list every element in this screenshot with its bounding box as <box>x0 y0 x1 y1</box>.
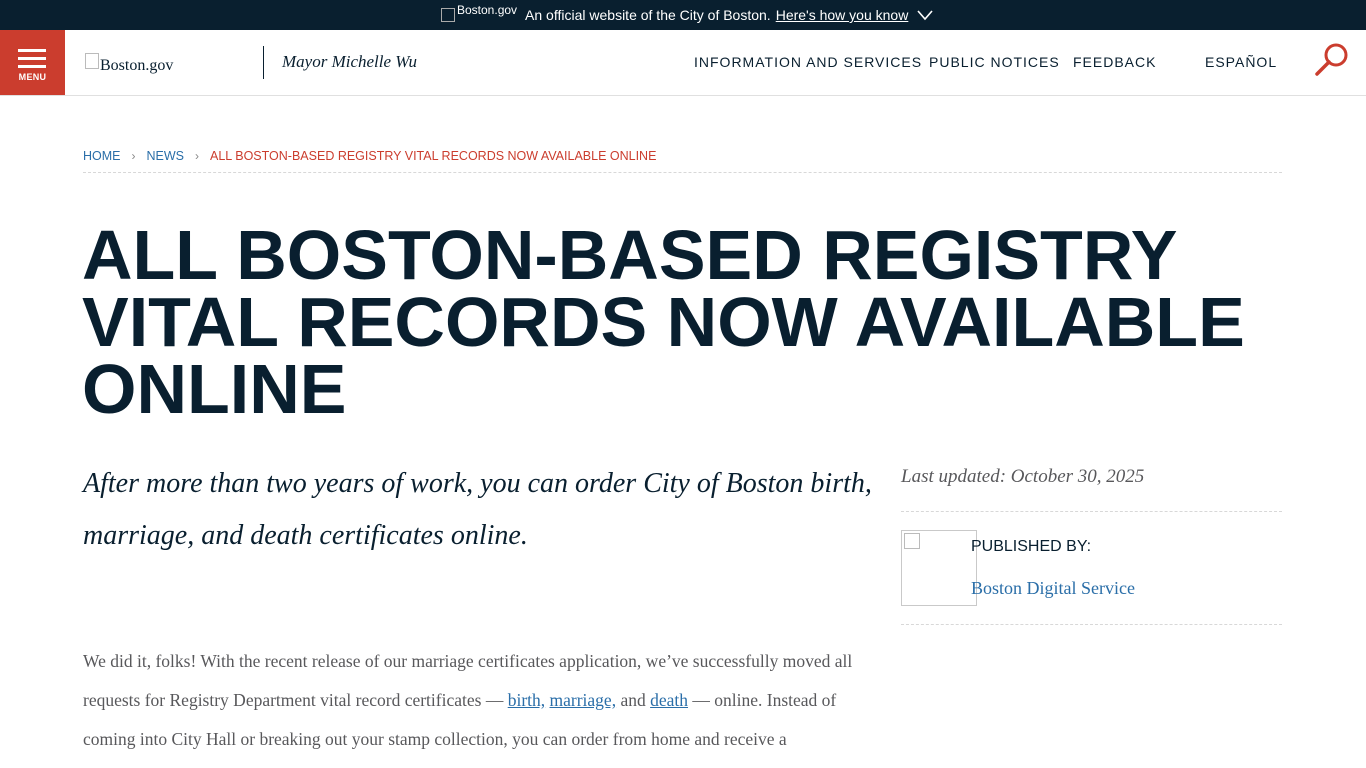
body-text-and: and <box>616 690 651 710</box>
broken-image-icon <box>85 53 99 69</box>
broken-image-icon <box>441 8 455 22</box>
breadcrumb-home[interactable]: HOME <box>83 149 121 163</box>
nav-espanol[interactable]: ESPAÑOL <box>1205 54 1277 70</box>
hamburger-icon <box>18 49 46 73</box>
official-banner-content: Boston.gov An official website of the Ci… <box>441 0 933 30</box>
official-banner: Boston.gov An official website of the Ci… <box>0 0 1366 30</box>
breadcrumb: HOME › NEWS › ALL BOSTON-BASED REGISTRY … <box>83 149 1282 173</box>
last-updated: Last updated: October 30, 2025 <box>901 466 1282 512</box>
death-link[interactable]: death <box>650 690 688 710</box>
publisher-link[interactable]: Boston Digital Service <box>971 578 1135 599</box>
nav-public-notices[interactable]: PUBLIC NOTICES <box>929 54 1060 70</box>
chevron-down-icon[interactable] <box>917 8 933 22</box>
publisher-image <box>901 530 977 606</box>
menu-button[interactable]: MENU <box>0 30 65 95</box>
header-divider <box>263 46 264 79</box>
page-title: ALL BOSTON-BASED REGISTRY VITAL RECORDS … <box>82 216 1245 428</box>
boston-gov-logo[interactable]: Boston.gov <box>85 52 173 74</box>
banner-logo: Boston.gov <box>441 3 517 22</box>
article-body: We did it, folks! With the recent releas… <box>83 642 873 759</box>
birth-link[interactable]: birth, <box>508 690 545 710</box>
sidebar-divider <box>901 624 1282 625</box>
broken-image-icon <box>904 533 920 549</box>
breadcrumb-current: ALL BOSTON-BASED REGISTRY VITAL RECORDS … <box>210 149 657 163</box>
nav-information-services[interactable]: INFORMATION AND SERVICES <box>694 54 922 70</box>
menu-label: MENU <box>18 72 47 82</box>
breadcrumb-news[interactable]: NEWS <box>147 149 185 163</box>
search-icon[interactable] <box>1313 41 1351 79</box>
breadcrumb-separator: › <box>131 149 136 163</box>
published-by-label: PUBLISHED BY: <box>971 538 1092 555</box>
nav-feedback[interactable]: FEEDBACK <box>1073 54 1156 70</box>
how-you-know-link[interactable]: Here's how you know <box>776 7 909 23</box>
breadcrumb-separator: › <box>195 149 199 163</box>
logo-alt: Boston.gov <box>100 57 174 74</box>
banner-text: An official website of the City of Bosto… <box>525 7 771 23</box>
marriage-link[interactable]: marriage, <box>550 690 617 710</box>
banner-logo-alt: Boston.gov <box>457 3 518 17</box>
article-intro: After more than two years of work, you c… <box>83 468 872 551</box>
site-header: MENU Boston.gov Mayor Michelle Wu INFORM… <box>0 30 1366 96</box>
mayor-name[interactable]: Mayor Michelle Wu <box>282 52 417 72</box>
